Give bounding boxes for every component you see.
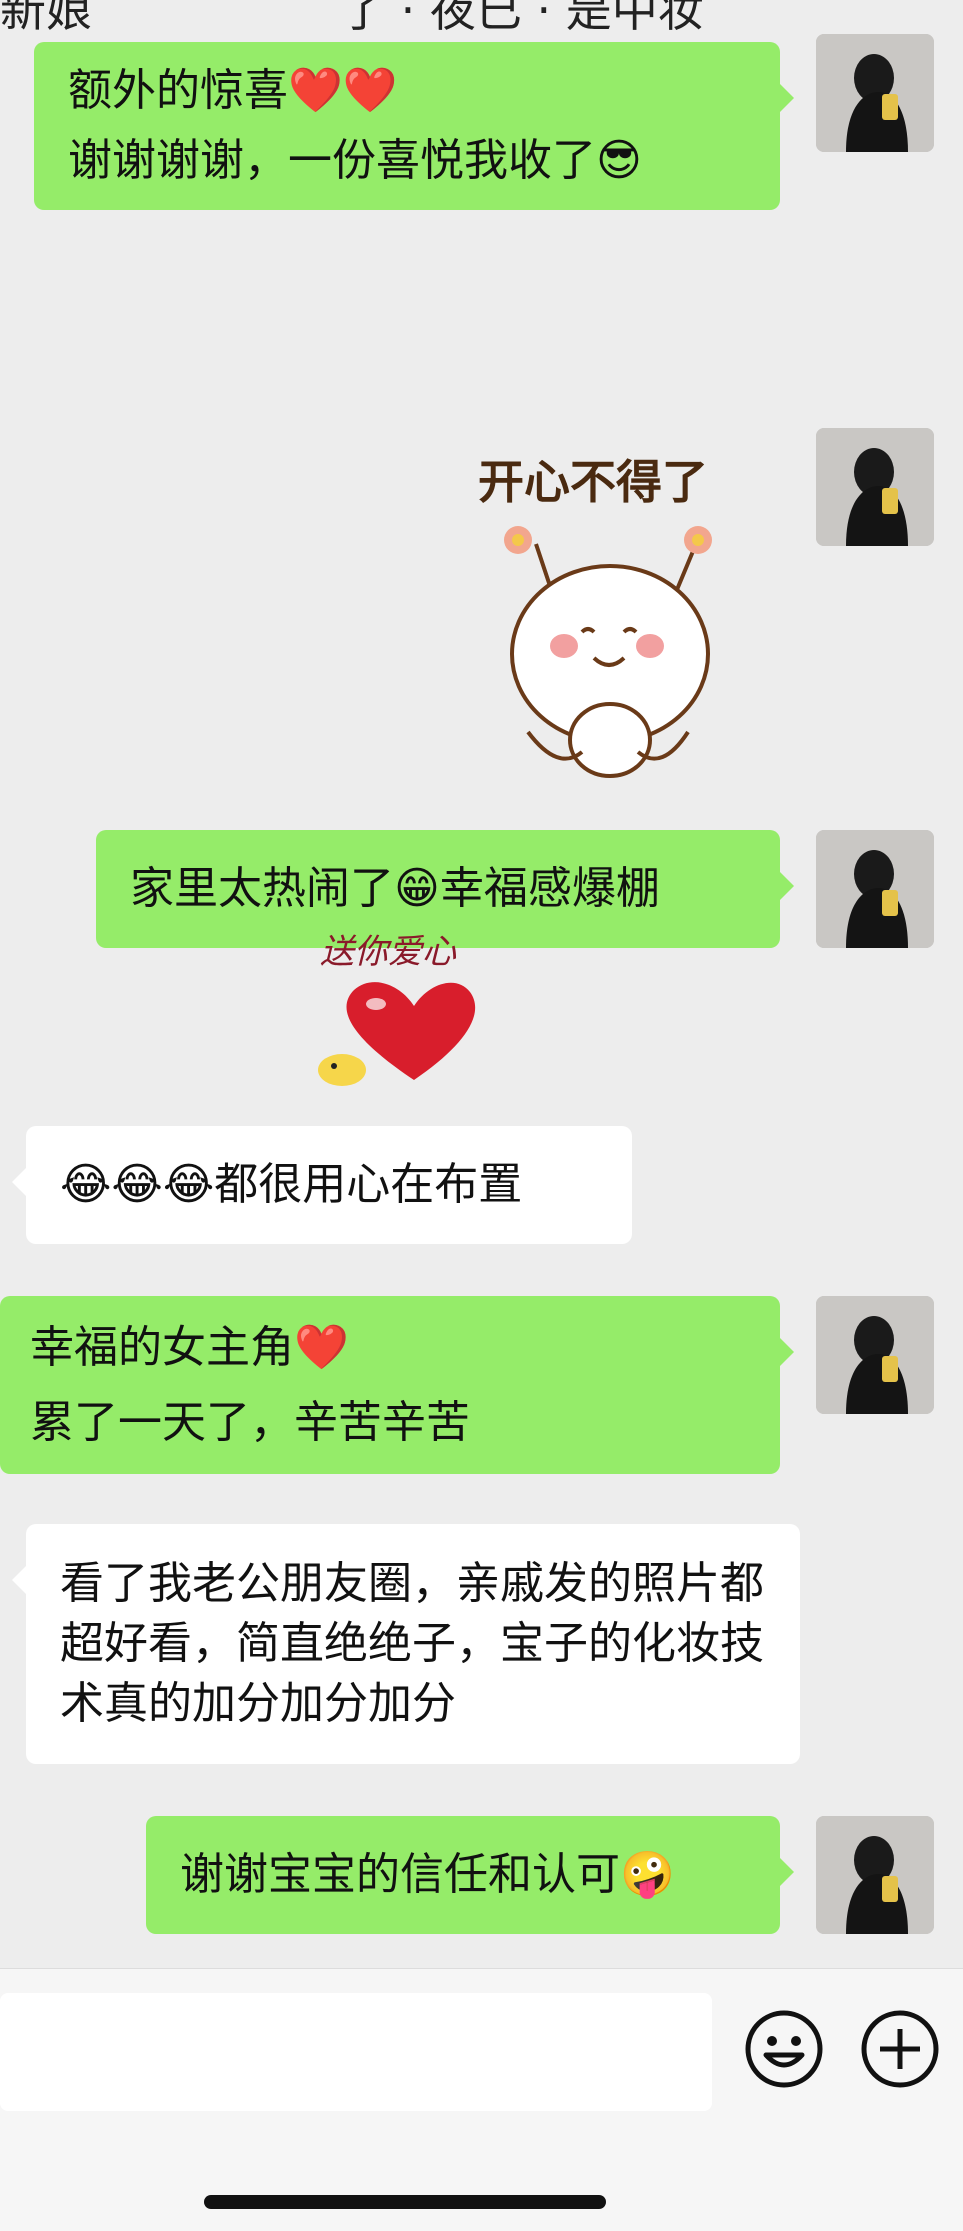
tears-of-joy-emoji: 😂 — [162, 1159, 215, 1210]
message-text: 谢谢谢谢，一份喜悦我收了 — [68, 135, 596, 186]
sticker-caption: 开心不得了 — [478, 455, 708, 509]
home-indicator[interactable] — [204, 2195, 606, 2209]
sticker-caption: 送你爱心 — [320, 932, 456, 972]
avatar[interactable] — [816, 34, 934, 152]
avatar-photo — [816, 830, 934, 948]
message-bubble-other[interactable]: 😂 😂 😂 都很用心在布置 — [12, 1126, 632, 1244]
header-title-fragment-right: 了 · 夜已 · 是中妆 — [340, 0, 704, 37]
avatar-photo — [816, 428, 934, 546]
message-bubble-self[interactable]: 幸福的女主角 ❤️ 累了一天了，辛苦辛苦 — [0, 1296, 794, 1474]
message-text: 看了我老公朋友圈，亲戚发的照片都超好看，简直绝绝子，宝子的化妆技术真的加分加分加… — [60, 1558, 764, 1729]
grin-emoji: 😁 — [394, 863, 440, 914]
plus-icon[interactable] — [860, 2009, 940, 2089]
heart-sticker[interactable] — [314, 970, 484, 1090]
tears-of-joy-emoji: 😂 — [60, 1159, 112, 1210]
emoji-icon[interactable] — [744, 2009, 824, 2089]
message-text: 幸福感爆棚 — [439, 863, 660, 914]
message-text: 幸福的女主角 — [30, 1321, 294, 1373]
avatar-photo — [816, 1816, 934, 1934]
happy-bun-sticker[interactable] — [498, 522, 728, 782]
message-bubble-self[interactable]: 额外的惊喜 ❤️ ❤️ 谢谢谢谢，一份喜悦我收了 😎 — [34, 42, 794, 210]
avatar-photo — [816, 34, 934, 152]
avatar[interactable] — [816, 428, 934, 546]
avatar-photo — [816, 1296, 934, 1414]
avatar[interactable] — [816, 1296, 934, 1414]
sunglasses-emoji: 😎 — [596, 135, 642, 186]
input-bar — [0, 1968, 963, 2231]
avatar[interactable] — [816, 1816, 934, 1934]
message-bubble-other[interactable]: 看了我老公朋友圈，亲戚发的照片都超好看，简直绝绝子，宝子的化妆技术真的加分加分加… — [12, 1524, 800, 1764]
message-bubble-self[interactable]: 谢谢宝宝的信任和认可 🤪 — [146, 1816, 794, 1934]
heart-emoji: ❤️ — [288, 65, 343, 116]
message-text: 都很用心在布置 — [214, 1159, 523, 1210]
tears-of-joy-emoji: 😂 — [111, 1159, 163, 1210]
message-text: 额外的惊喜 — [68, 65, 288, 116]
message-input[interactable] — [0, 1993, 712, 2111]
message-text: 累了一天了，辛苦辛苦 — [30, 1396, 470, 1448]
heart-emoji: ❤️ — [342, 65, 398, 116]
avatar[interactable] — [816, 830, 934, 948]
heart-emoji: ❤️ — [294, 1321, 349, 1373]
zany-face-emoji: 🤪 — [620, 1849, 675, 1900]
header-title-fragment-left: 新娘 — [0, 0, 92, 37]
message-text: 谢谢宝宝的信任和认可 — [180, 1849, 620, 1900]
message-text: 家里太热闹了 — [130, 863, 394, 914]
